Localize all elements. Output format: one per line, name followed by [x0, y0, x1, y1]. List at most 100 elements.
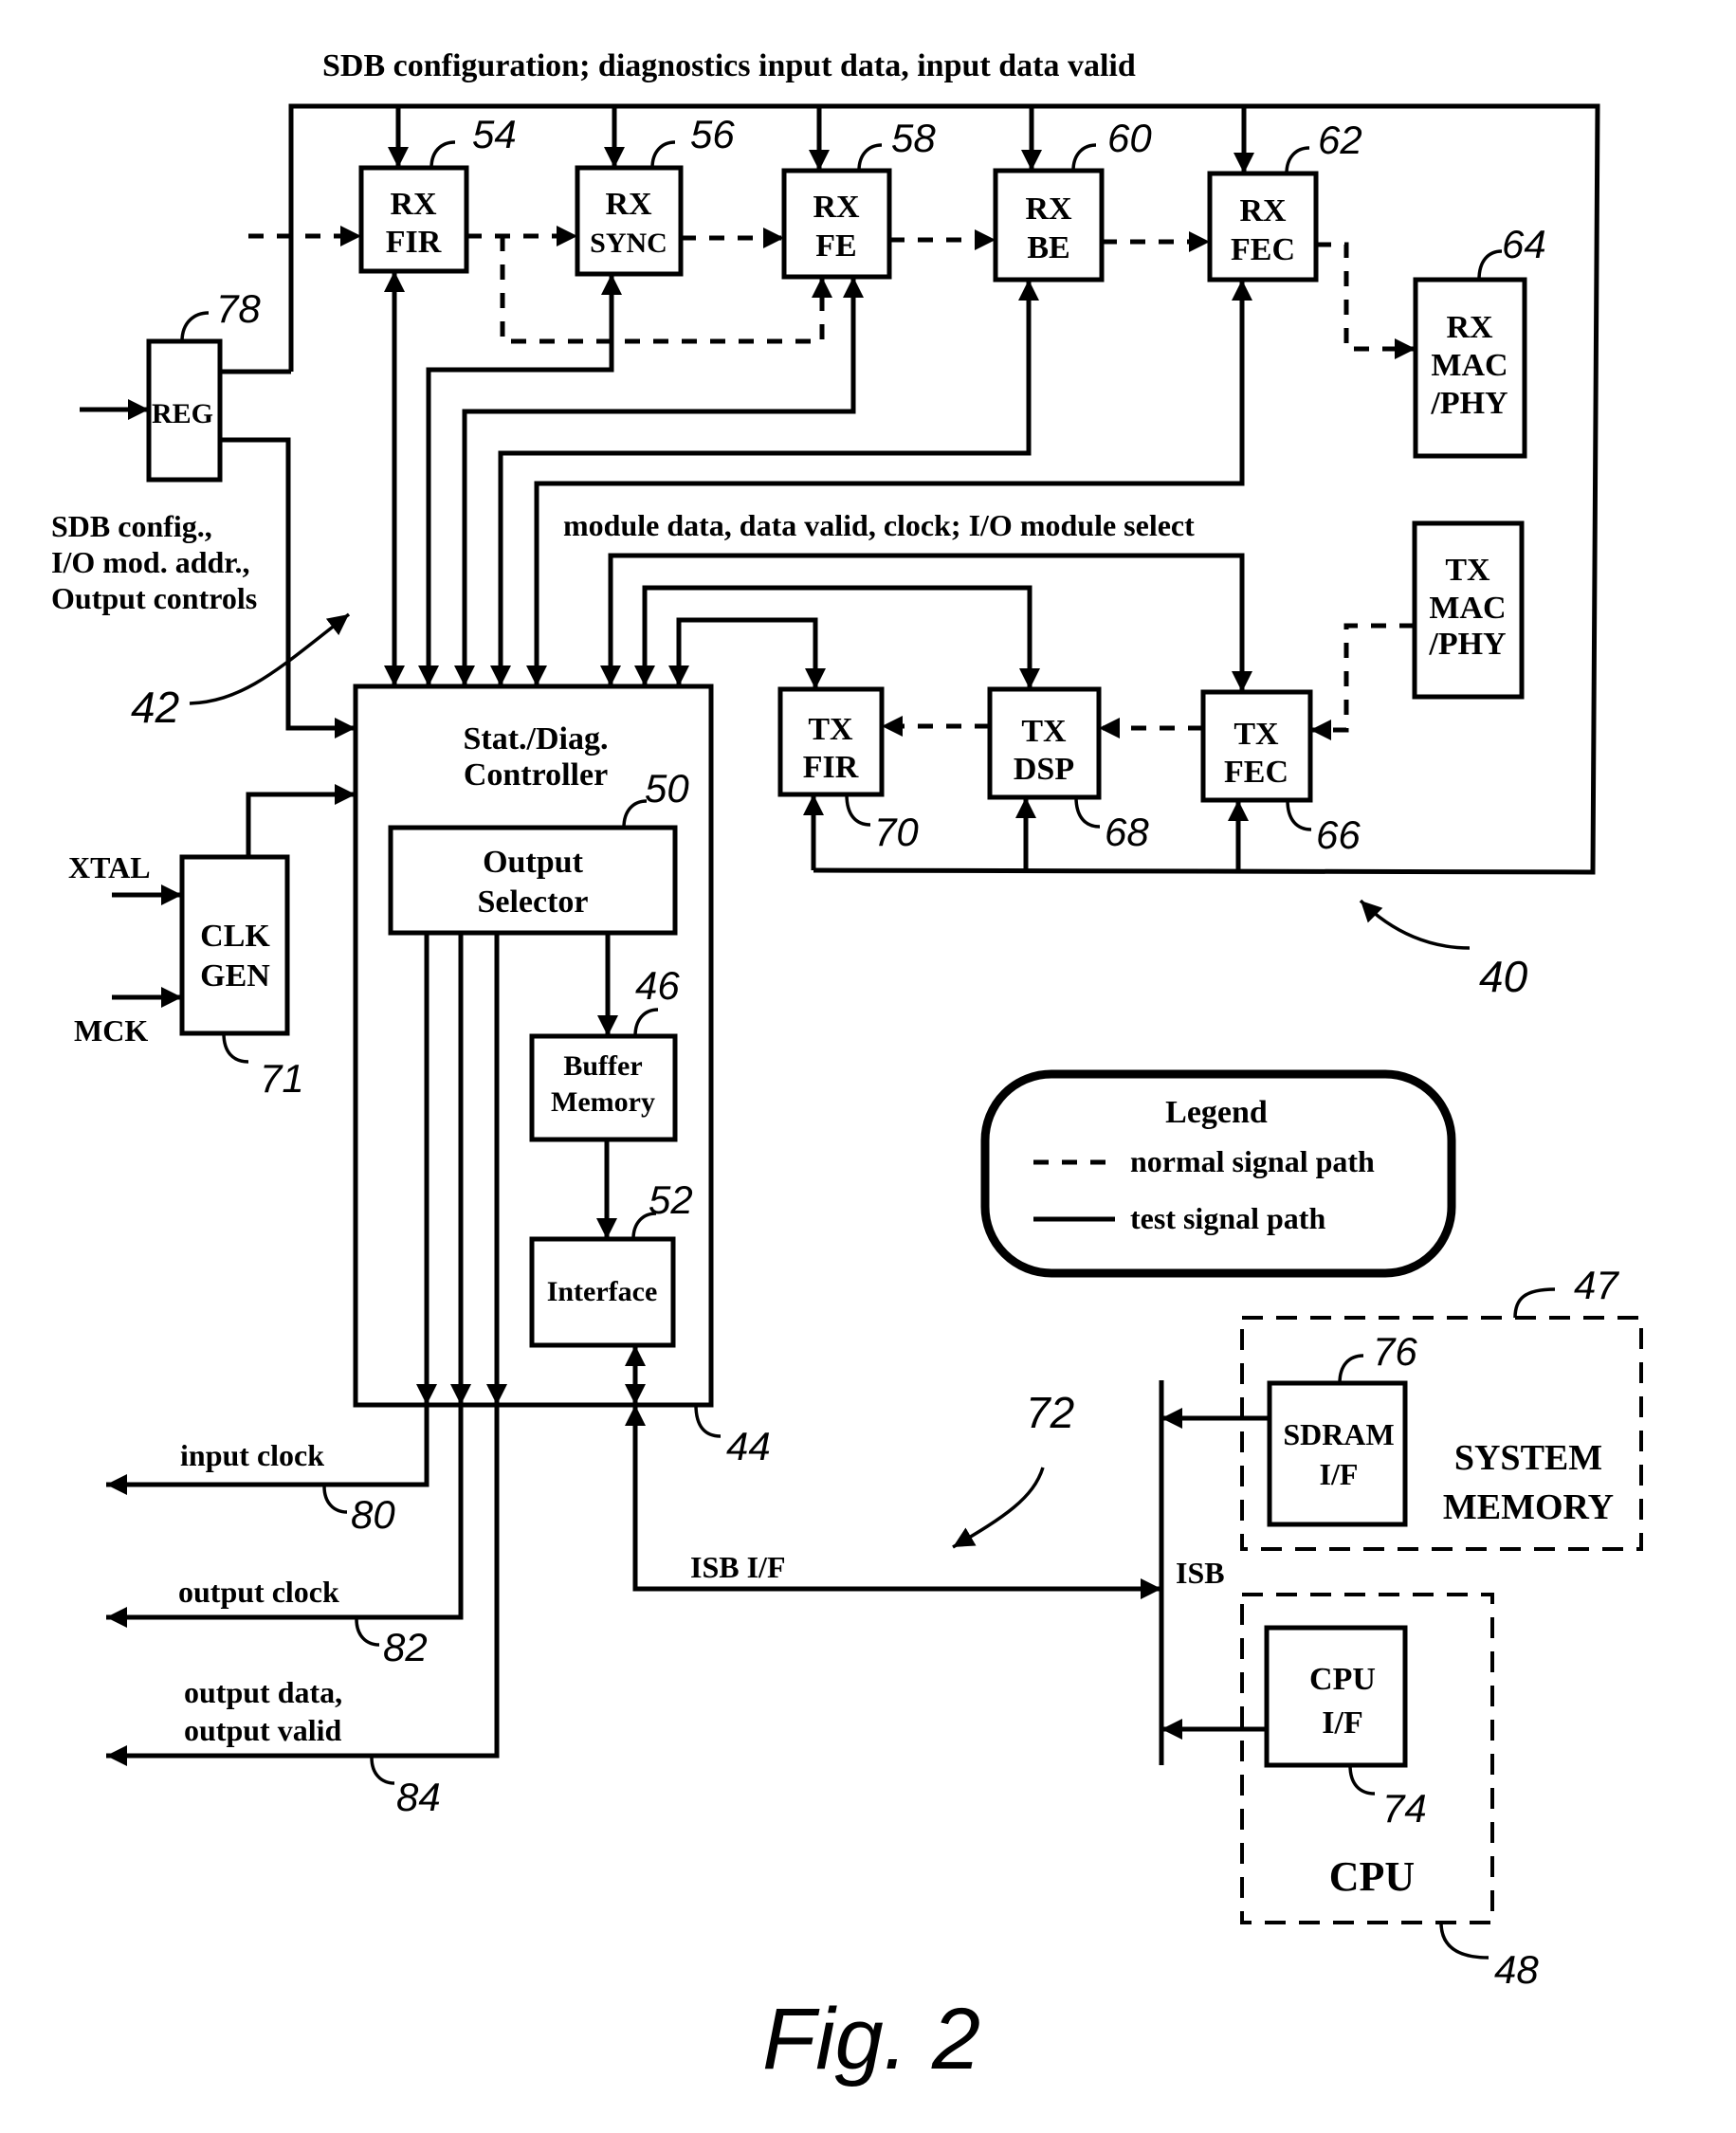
output-data-leader: [370, 1757, 395, 1785]
svg-text:GEN: GEN: [200, 958, 270, 994]
sdram-if-ref: 76: [1373, 1329, 1417, 1374]
cpu-if-block: CPU I/F 74: [1264, 1625, 1427, 1831]
clk-gen-ref: 71: [260, 1056, 304, 1101]
svg-text:I/F: I/F: [1322, 1705, 1362, 1741]
system-memory-ref: 47: [1574, 1263, 1619, 1307]
tx-mac-phy-block: TX MAC /PHY: [1412, 520, 1525, 700]
rx-fir-ref: 54: [472, 112, 517, 156]
svg-text:RX: RX: [813, 190, 860, 225]
output-clock-leader: [355, 1618, 380, 1647]
rx-mac-ref: 64: [1502, 222, 1546, 266]
svg-text:TX: TX: [1445, 553, 1490, 588]
legend-test-label: test signal path: [1130, 1201, 1325, 1235]
svg-text:Output: Output: [483, 845, 583, 880]
output-selector-ref: 50: [645, 766, 689, 811]
module-bus-label: module data, data valid, clock; I/O modu…: [563, 508, 1195, 542]
buffer-memory-ref: 46: [635, 963, 680, 1008]
cpu-if-ref: 74: [1382, 1786, 1427, 1831]
svg-text:Stat./Diag.: Stat./Diag.: [464, 721, 609, 757]
svg-text:FIR: FIR: [803, 750, 859, 785]
cpu-leader: [1439, 1922, 1489, 1960]
rx-fe-ref: 58: [891, 116, 936, 160]
svg-text:FEC: FEC: [1224, 755, 1288, 790]
figure-caption: Fig. 2: [762, 1991, 980, 2087]
input-clock-label: input clock: [180, 1438, 324, 1472]
sdram-if-block: SDRAM I/F 76: [1267, 1329, 1417, 1527]
clk-to-controller: [246, 784, 356, 857]
reg-ref-leader: [180, 311, 210, 342]
output-data-label-2: output valid: [184, 1713, 341, 1747]
output-clock-ref: 82: [383, 1625, 428, 1669]
svg-text:/PHY: /PHY: [1430, 386, 1508, 421]
reg-output-label-3: Output controls: [51, 581, 257, 615]
isb-group-ref: 72: [1026, 1388, 1074, 1437]
input-clock-leader: [322, 1486, 348, 1514]
output-data-label-1: output data,: [184, 1675, 342, 1709]
system-leader: [1359, 899, 1471, 950]
test-tx-dsp: [634, 585, 1040, 689]
svg-text:TX: TX: [1021, 714, 1067, 749]
svg-text:SDRAM: SDRAM: [1283, 1417, 1394, 1451]
svg-text:FE: FE: [815, 228, 856, 264]
mck-label: MCK: [74, 1013, 148, 1048]
rx-fec-ref: 62: [1318, 118, 1362, 162]
reg-output-label-1: SDB config.,: [51, 509, 212, 543]
rx-sync-ref: 56: [690, 112, 735, 156]
tx-fec-block: TX FEC 66: [1200, 689, 1361, 857]
test-tx-fir: [668, 617, 826, 689]
svg-text:FEC: FEC: [1231, 232, 1295, 267]
rx-be-ref: 60: [1107, 116, 1152, 160]
cpu-ref: 48: [1494, 1947, 1539, 1992]
svg-text:DSP: DSP: [1014, 752, 1074, 787]
legend-normal-label: normal signal path: [1130, 1144, 1375, 1178]
tx-dsp-block: TX DSP 68: [987, 686, 1149, 854]
controller-ref: 44: [726, 1424, 771, 1468]
svg-text:Buffer: Buffer: [563, 1050, 642, 1082]
system-memory-label-2: MEMORY: [1443, 1487, 1614, 1527]
reg-label: REG: [152, 398, 213, 429]
xtal-label: XTAL: [68, 850, 151, 884]
svg-text:Interface: Interface: [547, 1276, 658, 1307]
reg-output-label-2: I/O mod. addr.,: [51, 545, 250, 579]
tx-dsp-ref: 68: [1105, 810, 1149, 854]
controller-ref-leader: [694, 1404, 722, 1438]
legend: Legend normal signal path test signal pa…: [980, 1069, 1456, 1278]
rx-be-block: RX BE 60: [993, 116, 1152, 283]
test-tx-fec: [600, 553, 1252, 692]
rx-mac-phy-block: RX MAC /PHY 64: [1413, 222, 1546, 459]
top-bus-label: SDB configuration; diagnostics input dat…: [322, 48, 1136, 83]
svg-text:RX: RX: [1239, 193, 1287, 228]
svg-text:RX: RX: [605, 187, 652, 222]
output-data-ref: 84: [396, 1775, 441, 1819]
svg-text:MAC: MAC: [1429, 591, 1506, 626]
svg-text:Controller: Controller: [464, 757, 608, 793]
tx-mac-to-fec: [1310, 623, 1415, 740]
system-memory-leader: [1513, 1287, 1556, 1319]
svg-text:CPU: CPU: [1309, 1662, 1376, 1697]
isb-label: ISB: [1176, 1556, 1225, 1590]
svg-text:TX: TX: [808, 712, 853, 747]
output-clock-label: output clock: [178, 1575, 339, 1609]
svg-text:Memory: Memory: [551, 1086, 655, 1118]
block-diagram: SDB configuration; diagnostics input dat…: [51, 48, 1643, 2087]
svg-text:SYNC: SYNC: [590, 228, 667, 259]
rx-fe-block: RX FE 58: [781, 116, 936, 280]
svg-text:RX: RX: [390, 187, 437, 222]
interface-ref: 52: [649, 1177, 693, 1222]
svg-text:FIR: FIR: [386, 225, 442, 260]
tx-fec-ref: 66: [1316, 812, 1361, 857]
isb-group-leader: [952, 1467, 1045, 1549]
svg-text:TX: TX: [1233, 717, 1279, 752]
tx-fir-ref: 70: [874, 810, 919, 854]
clk-gen-block: CLK GEN 71: [179, 854, 304, 1101]
svg-text:RX: RX: [1025, 191, 1072, 227]
rx-sync-block: RX SYNC 56: [575, 112, 735, 277]
svg-text:MAC: MAC: [1431, 348, 1508, 383]
rx-fec-to-mac: [1316, 242, 1416, 359]
bus-group-ref: 42: [131, 683, 179, 732]
bus-group-leader: [189, 612, 351, 705]
svg-text:CLK: CLK: [200, 919, 270, 954]
svg-text:/PHY: /PHY: [1428, 627, 1506, 662]
reg-ref: 78: [216, 286, 261, 331]
input-clock-ref: 80: [351, 1492, 395, 1537]
